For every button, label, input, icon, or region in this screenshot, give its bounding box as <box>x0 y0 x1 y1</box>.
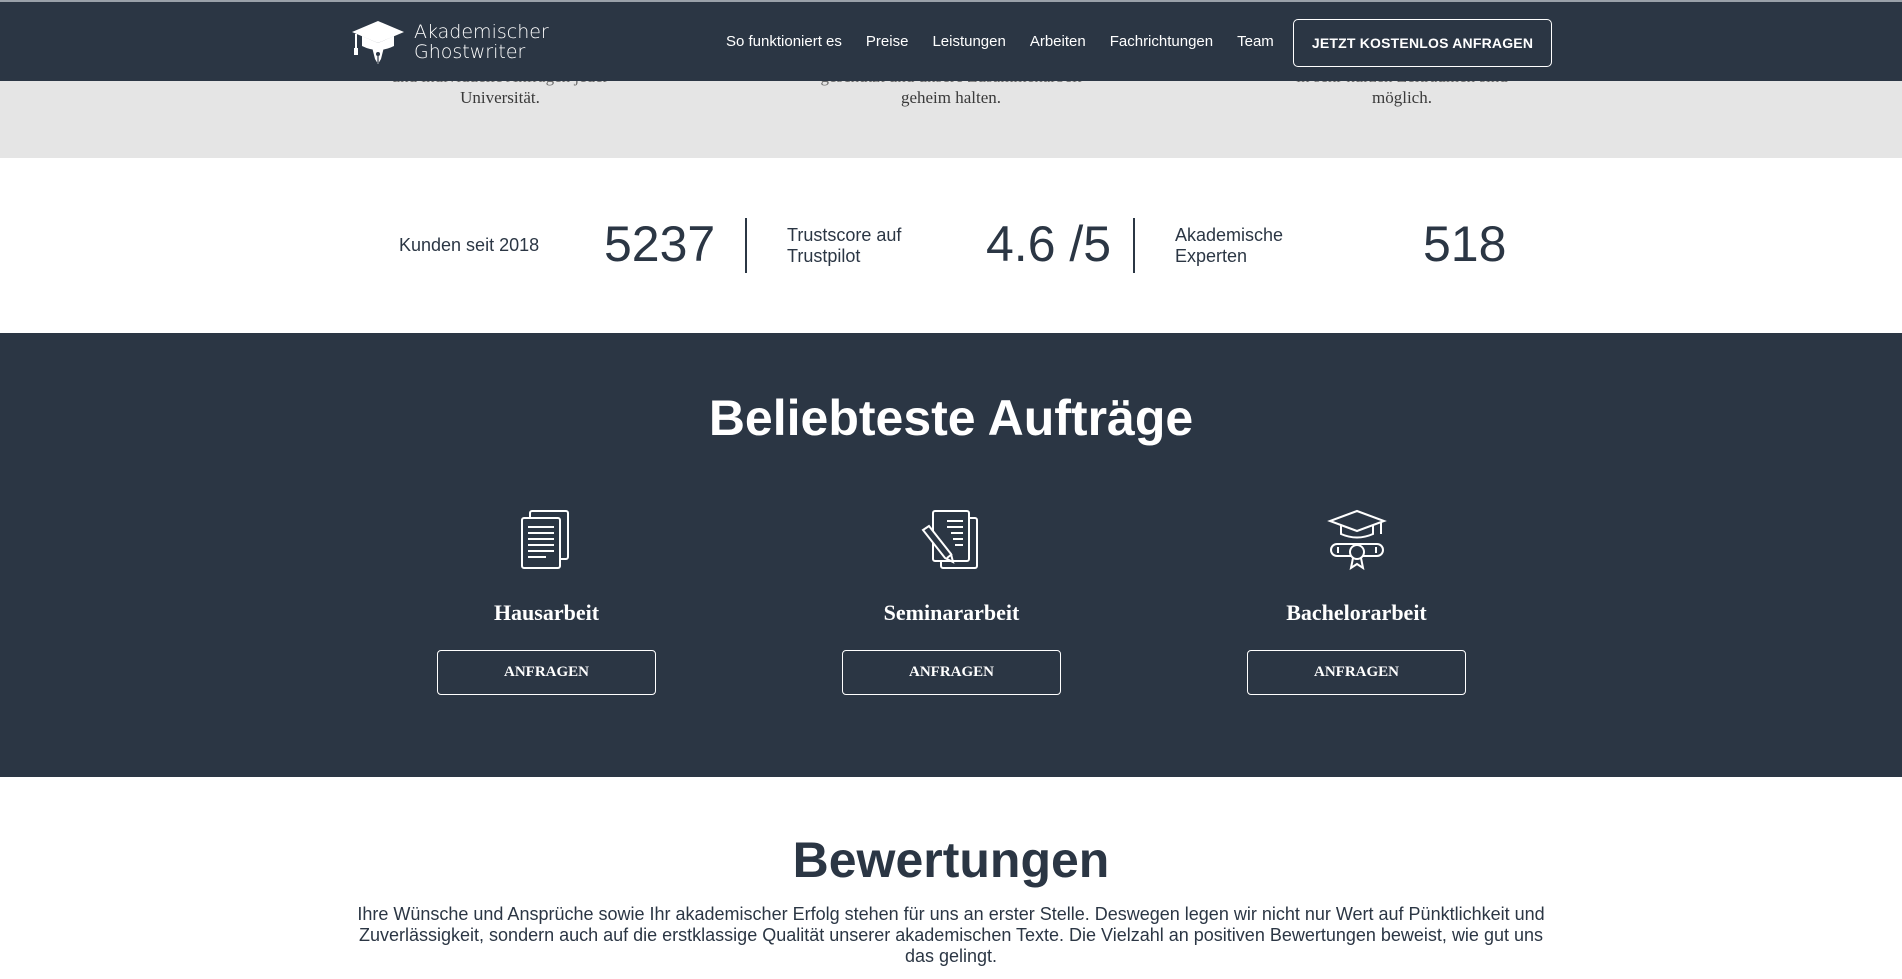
stat-label-experts: Akademische Experten <box>1175 225 1283 267</box>
nav-item-so-funktioniert-es[interactable]: So funktioniert es <box>726 33 842 50</box>
nav-item-arbeiten[interactable]: Arbeiten <box>1030 33 1086 50</box>
site-header: Akademischer Ghostwriter So funktioniert… <box>0 0 1902 81</box>
order-name: Bachelorarbeit <box>1286 600 1427 625</box>
document-pen-icon <box>921 510 978 569</box>
graduation-cap-pen-icon <box>352 21 404 64</box>
stat-label-line: Experten <box>1175 246 1248 266</box>
stat-label-line: Trustpilot <box>787 246 861 266</box>
graduation-diploma-icon <box>1326 509 1387 571</box>
stat-value-experts: 518 <box>1423 216 1507 272</box>
anfragen-button[interactable]: ANFRAGEN <box>842 650 1061 695</box>
reviews-intro: Ihre Wünsche und Ansprüche sowie Ihr aka… <box>357 904 1545 966</box>
stat-value-trustscore: 4.6 /5 <box>986 216 1112 272</box>
logo[interactable]: Akademischer Ghostwriter <box>350 19 549 65</box>
stat-label-customers: Kunden seit 2018 <box>399 235 540 255</box>
feature-text-line: geheim halten. <box>900 88 1002 107</box>
request-free-button[interactable]: JETZT KOSTENLOS ANFRAGEN <box>1293 19 1552 67</box>
nav-item-team[interactable]: Team <box>1237 33 1274 50</box>
order-card-hausarbeit: Hausarbeit ANFRAGEN <box>437 508 656 695</box>
main-nav: So funktioniert es Preise Leistungen Arb… <box>726 33 1298 50</box>
nav-item-fachrichtungen[interactable]: Fachrichtungen <box>1110 33 1213 50</box>
stat-divider <box>1133 218 1135 273</box>
stat-divider <box>745 218 747 273</box>
order-card-seminararbeit: Seminararbeit ANFRAGEN <box>842 508 1061 695</box>
anfragen-button[interactable]: ANFRAGEN <box>1247 650 1466 695</box>
logo-text-line2: Ghostwriter <box>414 41 526 63</box>
logo-text-line1: Akademischer <box>414 21 549 43</box>
order-card-bachelorarbeit: Bachelorarbeit ANFRAGEN <box>1247 508 1466 695</box>
anfragen-button[interactable]: ANFRAGEN <box>437 650 656 695</box>
order-name: Seminararbeit <box>883 600 1020 625</box>
stat-value-customers: 5237 <box>604 216 716 272</box>
stat-label-trustscore: Trustscore auf Trustpilot <box>787 225 901 267</box>
nav-item-leistungen[interactable]: Leistungen <box>932 33 1005 50</box>
nav-item-preise[interactable]: Preise <box>866 33 909 50</box>
popular-orders-section: Beliebteste Aufträge Hausarbeit ANFRAGEN <box>0 333 1902 777</box>
logo-text: Akademischer Ghostwriter <box>414 22 549 62</box>
section-title: Beliebteste Aufträge <box>708 390 1194 446</box>
feature-text-line: möglich. <box>1372 88 1432 107</box>
feature-text-line: Universität. <box>460 88 540 107</box>
stat-label-line: Trustscore auf <box>787 225 902 245</box>
documents-icon <box>520 510 569 569</box>
stat-label-line: Akademische <box>1175 225 1284 245</box>
reviews-title: Bewertungen <box>792 832 1110 888</box>
order-name: Hausarbeit <box>493 600 600 625</box>
